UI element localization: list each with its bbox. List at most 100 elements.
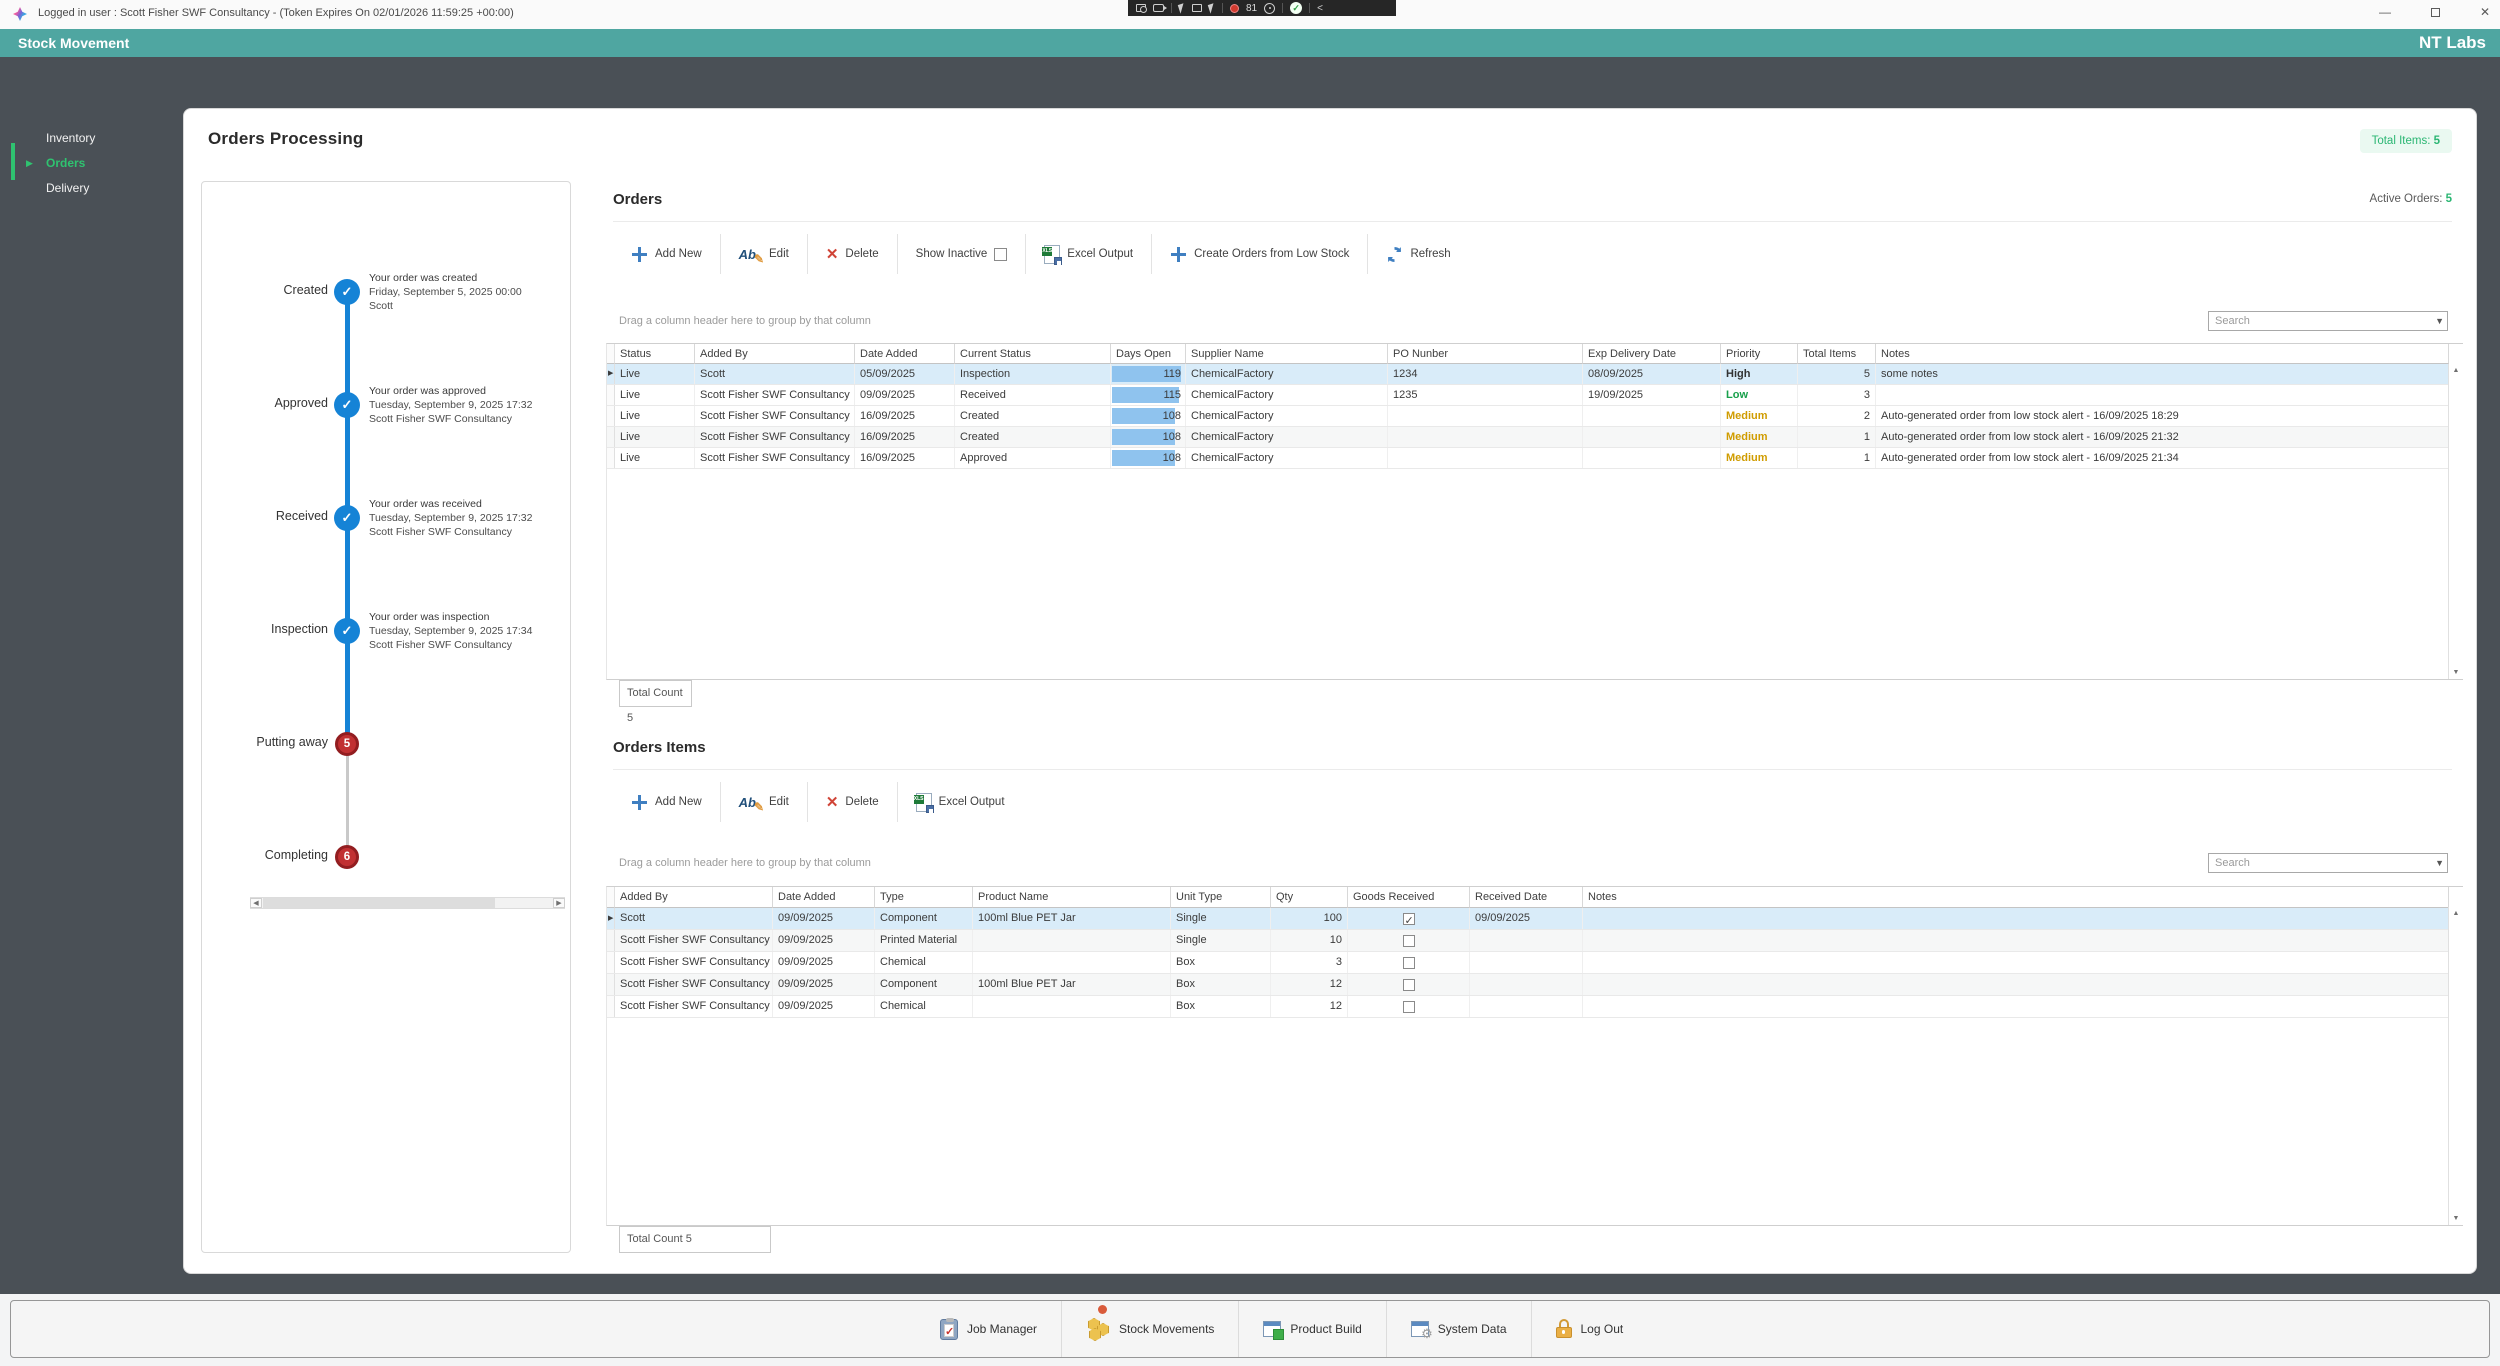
col-priority[interactable]: Priority: [1721, 344, 1798, 364]
col-exp-delivery-date[interactable]: Exp Delivery Date: [1583, 344, 1721, 364]
table-row[interactable]: Scott Fisher SWF Consultancy 09/09/2025 …: [607, 974, 2449, 996]
cursor-frame-icon[interactable]: [1208, 3, 1216, 13]
col-type[interactable]: Type: [875, 887, 973, 908]
chevron-down-icon[interactable]: ▼: [2435, 858, 2444, 868]
chevron-left-icon[interactable]: <: [1317, 3, 1323, 14]
col-total-items[interactable]: Total Items: [1798, 344, 1876, 364]
table-row[interactable]: Scott 09/09/2025 Component 100ml Blue PE…: [607, 908, 2449, 930]
refresh-button[interactable]: Refresh: [1368, 232, 1468, 276]
system-data-button[interactable]: ⚙ System Data: [1387, 1301, 1531, 1357]
timeline-horizontal-scrollbar[interactable]: ◀ ▶: [250, 897, 565, 909]
scroll-up-arrow-icon[interactable]: ▲: [2451, 910, 2461, 917]
accessibility-icon[interactable]: [1264, 3, 1275, 14]
col-qty[interactable]: Qty: [1271, 887, 1348, 908]
orders-search-box[interactable]: ▼: [2208, 311, 2448, 331]
show-inactive-checkbox[interactable]: [994, 248, 1007, 261]
edit-button[interactable]: Ab✎ Edit: [721, 232, 807, 276]
scrollbar-thumb[interactable]: [263, 898, 495, 908]
cell-added-by: Scott Fisher SWF Consultancy: [695, 448, 855, 468]
window-target-icon[interactable]: [1136, 4, 1146, 12]
cursor-icon[interactable]: [1178, 3, 1186, 13]
close-button[interactable]: ✕: [2480, 6, 2490, 18]
goods-received-checkbox[interactable]: [1403, 913, 1415, 925]
delete-button[interactable]: ✕ Delete: [808, 232, 897, 276]
col-days-open[interactable]: Days Open: [1111, 344, 1186, 364]
sidebar-item-inventory[interactable]: Inventory: [46, 131, 95, 145]
col-added-by[interactable]: Added By: [615, 887, 773, 908]
edit-button[interactable]: Ab✎ Edit: [721, 780, 807, 824]
scroll-down-arrow-icon[interactable]: ▼: [2451, 1215, 2461, 1222]
sidebar-item-delivery[interactable]: Delivery: [46, 181, 89, 195]
col-po-number[interactable]: PO Nunber: [1388, 344, 1583, 364]
table-row[interactable]: Live Scott Fisher SWF Consultancy 16/09/…: [607, 427, 2449, 448]
restore-button[interactable]: [2431, 8, 2440, 17]
col-date-added[interactable]: Date Added: [773, 887, 875, 908]
timeline-check-icon: [334, 392, 360, 418]
cell-notes: Auto-generated order from low stock aler…: [1876, 427, 2449, 447]
orders-items-grid-scrollbar[interactable]: ▲ ▼: [2448, 907, 2463, 1225]
plus-icon: [1170, 246, 1187, 263]
scroll-right-arrow-icon[interactable]: ▶: [553, 898, 565, 908]
sidebar-item-orders[interactable]: Orders: [46, 156, 85, 170]
stock-movements-button[interactable]: Stock Movements: [1062, 1301, 1238, 1357]
col-date-added[interactable]: Date Added: [855, 344, 955, 364]
app-window: Logged in user : Scott Fisher SWF Consul…: [0, 0, 2500, 1366]
search-input[interactable]: [2209, 854, 2427, 872]
goods-received-checkbox[interactable]: [1403, 979, 1415, 991]
scroll-up-arrow-icon[interactable]: ▲: [2451, 367, 2461, 374]
col-added-by[interactable]: Added By: [695, 344, 855, 364]
goods-received-checkbox[interactable]: [1403, 957, 1415, 969]
cell-added-by: Scott Fisher SWF Consultancy: [615, 974, 773, 995]
col-received-date[interactable]: Received Date: [1470, 887, 1583, 908]
footer-toolbar: ✓ Job Manager Stock Movements Product Bu…: [10, 1300, 2490, 1358]
table-row[interactable]: Scott Fisher SWF Consultancy 09/09/2025 …: [607, 952, 2449, 974]
create-orders-from-low-stock-button[interactable]: Create Orders from Low Stock: [1152, 232, 1367, 276]
cell-days-open: 108: [1111, 427, 1186, 447]
system-data-icon: ⚙: [1411, 1321, 1429, 1337]
delete-icon: ✕: [826, 793, 839, 811]
table-row[interactable]: Live Scott Fisher SWF Consultancy 09/09/…: [607, 385, 2449, 406]
add-new-button[interactable]: Add New: [613, 232, 720, 276]
col-unit-type[interactable]: Unit Type: [1171, 887, 1271, 908]
col-current-status[interactable]: Current Status: [955, 344, 1111, 364]
delete-button[interactable]: ✕ Delete: [808, 780, 897, 824]
cell-current-status: Created: [955, 406, 1111, 426]
table-row[interactable]: Scott Fisher SWF Consultancy 09/09/2025 …: [607, 996, 2449, 1018]
frame-icon[interactable]: [1192, 4, 1202, 12]
add-new-button[interactable]: Add New: [613, 780, 720, 824]
col-status[interactable]: Status: [615, 344, 695, 364]
timeline-detail-created: Your order was created Friday, September…: [369, 271, 565, 313]
col-notes[interactable]: Notes: [1876, 344, 2449, 364]
log-out-button[interactable]: Log Out: [1532, 1301, 1648, 1357]
total-items-badge: Total Items: 5: [2360, 129, 2452, 153]
chevron-down-icon[interactable]: ▼: [2435, 316, 2444, 326]
page-title: Orders Processing: [208, 129, 364, 149]
app-header: Stock Movement NT Labs: [0, 29, 2500, 57]
table-row[interactable]: Live Scott 05/09/2025 Inspection 119 Che…: [607, 364, 2449, 385]
table-row[interactable]: Scott Fisher SWF Consultancy 09/09/2025 …: [607, 930, 2449, 952]
record-icon[interactable]: [1230, 4, 1239, 13]
scroll-left-arrow-icon[interactable]: ◀: [250, 898, 262, 908]
timeline-check-icon: [334, 279, 360, 305]
product-build-button[interactable]: Product Build: [1239, 1301, 1385, 1357]
table-row[interactable]: Live Scott Fisher SWF Consultancy 16/09/…: [607, 406, 2449, 427]
col-product-name[interactable]: Product Name: [973, 887, 1171, 908]
col-notes[interactable]: Notes: [1583, 887, 2449, 908]
scroll-down-arrow-icon[interactable]: ▼: [2451, 669, 2461, 676]
video-camera-icon[interactable]: [1153, 4, 1164, 12]
goods-received-checkbox[interactable]: [1403, 1001, 1415, 1013]
excel-output-button[interactable]: XLS Excel Output: [1026, 232, 1151, 276]
col-goods-received[interactable]: Goods Received: [1348, 887, 1470, 908]
job-manager-button[interactable]: ✓ Job Manager: [916, 1301, 1061, 1357]
col-supplier-name[interactable]: Supplier Name: [1186, 344, 1388, 364]
goods-received-checkbox[interactable]: [1403, 935, 1415, 947]
table-row[interactable]: Live Scott Fisher SWF Consultancy 16/09/…: [607, 448, 2449, 469]
orders-grid-scrollbar[interactable]: ▲ ▼: [2448, 364, 2463, 679]
show-inactive-toggle[interactable]: Show Inactive: [898, 232, 1026, 276]
excel-output-button[interactable]: XLS Excel Output: [898, 780, 1023, 824]
orders-items-search-box[interactable]: ▼: [2208, 853, 2448, 873]
search-input[interactable]: [2209, 312, 2427, 330]
cell-notes: [1876, 385, 2449, 405]
minimize-button[interactable]: —: [2379, 6, 2391, 18]
status-check-icon[interactable]: ✓: [1290, 2, 1302, 14]
